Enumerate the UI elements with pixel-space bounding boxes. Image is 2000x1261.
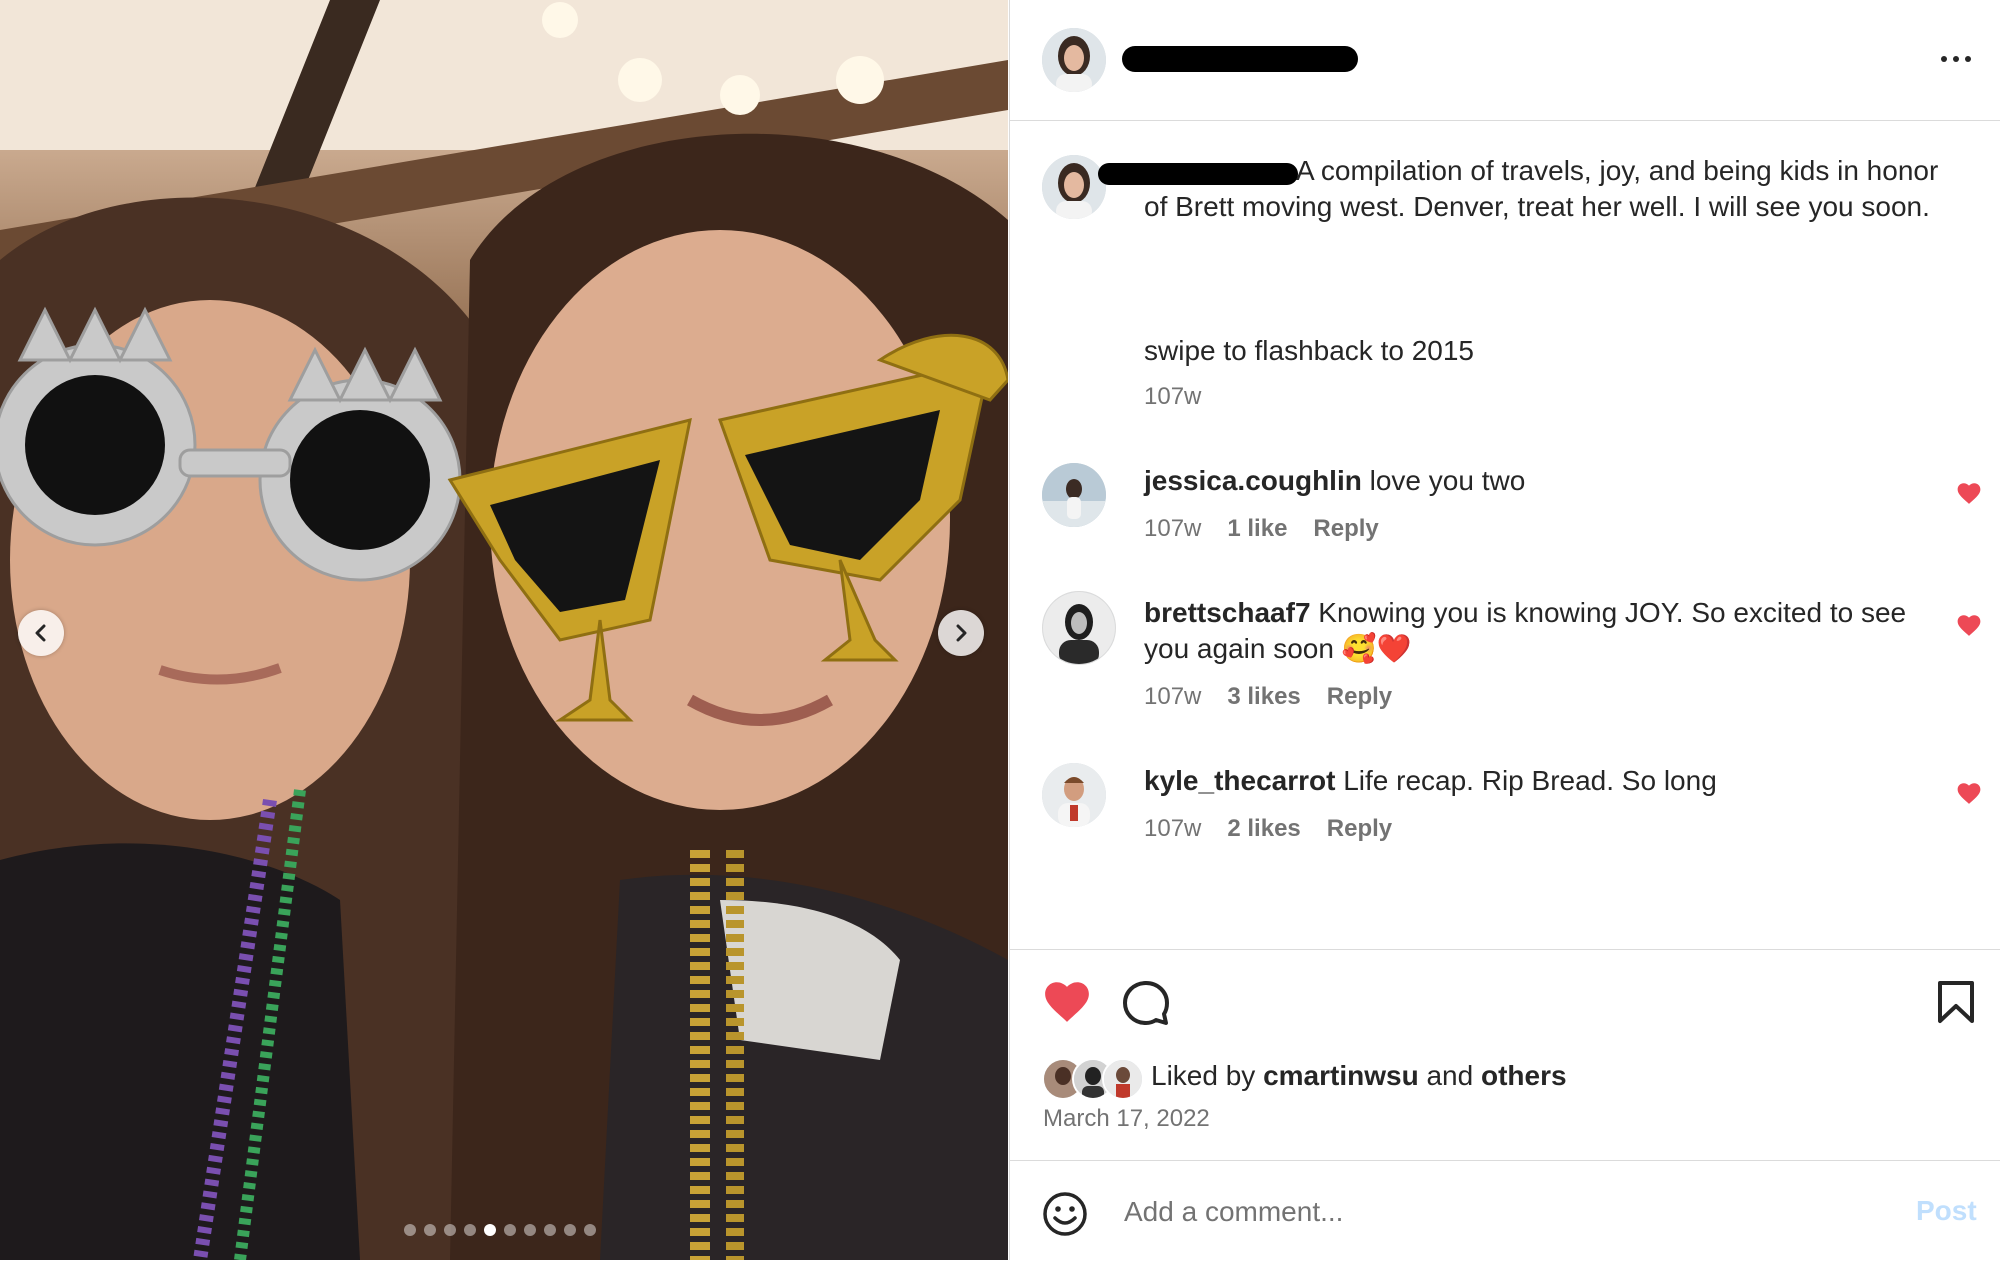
comment-like-heart-icon[interactable] <box>1956 781 1982 805</box>
carousel-dot <box>564 1224 576 1236</box>
comment-text: kyle_thecarrot Life recap. Rip Bread. So… <box>1144 763 1924 799</box>
more-options-button[interactable] <box>1934 44 1978 74</box>
author-avatar[interactable] <box>1042 28 1106 92</box>
carousel-dot <box>504 1224 516 1236</box>
like-heart-icon[interactable] <box>1042 978 1092 1024</box>
reply-button[interactable]: Reply <box>1313 515 1378 543</box>
comment-body: love you two <box>1369 465 1526 496</box>
post-comment-button[interactable]: Post <box>1916 1195 1977 1227</box>
post-photo <box>0 0 1008 1260</box>
comment-input[interactable] <box>1122 1189 1886 1235</box>
caption-author-avatar[interactable] <box>1042 155 1106 219</box>
redacted-username <box>1122 46 1358 72</box>
carousel-dot <box>524 1224 536 1236</box>
add-comment-bar: Post <box>1010 1160 2000 1261</box>
liked-by-prefix: Liked by <box>1151 1060 1256 1091</box>
comment-meta: 107w 2 likes Reply <box>1144 815 1392 843</box>
comment-likes[interactable]: 3 likes <box>1227 683 1300 711</box>
comment-time: 107w <box>1144 815 1202 842</box>
carousel-dot <box>404 1224 416 1236</box>
comment-username[interactable]: brettschaaf7 <box>1144 597 1311 628</box>
caption-body: A compilation of travels, joy, and being… <box>1144 155 1939 222</box>
post-sidebar: A compilation of travels, joy, and being… <box>1009 0 2000 1260</box>
reply-button[interactable]: Reply <box>1327 683 1392 711</box>
comment-text: brettschaaf7 Knowing you is knowing JOY.… <box>1144 595 1924 667</box>
carousel-dot <box>424 1224 436 1236</box>
comment-meta: 107w 1 like Reply <box>1144 515 1379 543</box>
liked-by-and: and <box>1426 1060 1474 1091</box>
liked-by-text: Liked by cmartinwsu and others <box>1151 1060 1567 1092</box>
next-slide-button[interactable] <box>938 610 984 656</box>
comment-bubble-icon[interactable] <box>1122 978 1170 1026</box>
previous-slide-button[interactable] <box>18 610 64 656</box>
save-bookmark-icon[interactable] <box>1936 980 1976 1024</box>
carousel-dot <box>584 1224 596 1236</box>
carousel-dot <box>484 1224 496 1236</box>
carousel-dot <box>464 1224 476 1236</box>
liked-by-avatars[interactable] <box>1042 1058 1152 1100</box>
liked-by-others[interactable]: others <box>1481 1060 1567 1091</box>
carousel-dot <box>544 1224 556 1236</box>
comment-time: 107w <box>1144 683 1202 710</box>
caption-line-2: swipe to flashback to 2015 <box>1144 335 1474 366</box>
caption-time: 107w <box>1144 383 1202 410</box>
comment-like-heart-icon[interactable] <box>1956 481 1982 505</box>
more-dot <box>1953 56 1959 62</box>
comment-time: 107w <box>1144 515 1202 542</box>
post-date[interactable]: March 17, 2022 <box>1043 1105 1210 1133</box>
comment-text: jessica.coughlin love you two <box>1144 463 1924 499</box>
comment-body: Life recap. Rip Bread. So long <box>1343 765 1717 796</box>
photo-image <box>0 0 1008 1260</box>
comment-meta: 107w 3 likes Reply <box>1144 683 1392 711</box>
caption-text: A compilation of travels, joy, and being… <box>1144 153 1944 225</box>
reply-button[interactable]: Reply <box>1327 815 1392 843</box>
comment-likes[interactable]: 2 likes <box>1227 815 1300 843</box>
comment-likes[interactable]: 1 like <box>1227 515 1287 543</box>
chevron-left-icon <box>35 624 46 642</box>
more-horizontal-icon <box>1941 56 1947 62</box>
carousel-indicator <box>404 1224 596 1236</box>
emoji-smiley-icon[interactable] <box>1042 1191 1088 1237</box>
carousel-dot <box>444 1224 456 1236</box>
caption-meta: 107w <box>1144 383 1201 411</box>
comment-like-heart-icon[interactable] <box>1956 613 1982 637</box>
more-dot <box>1965 56 1971 62</box>
post-header <box>1010 0 2000 121</box>
liked-by-user[interactable]: cmartinwsu <box>1263 1060 1419 1091</box>
comment-username[interactable]: jessica.coughlin <box>1144 465 1362 496</box>
comment-avatar[interactable] <box>1042 463 1106 527</box>
comment-username[interactable]: kyle_thecarrot <box>1144 765 1335 796</box>
liker-avatar <box>1102 1058 1144 1100</box>
comments-list[interactable]: A compilation of travels, joy, and being… <box>1010 121 2000 949</box>
chevron-right-icon <box>956 624 967 642</box>
comment-avatar[interactable] <box>1042 763 1106 827</box>
comment-avatar[interactable] <box>1042 591 1116 665</box>
